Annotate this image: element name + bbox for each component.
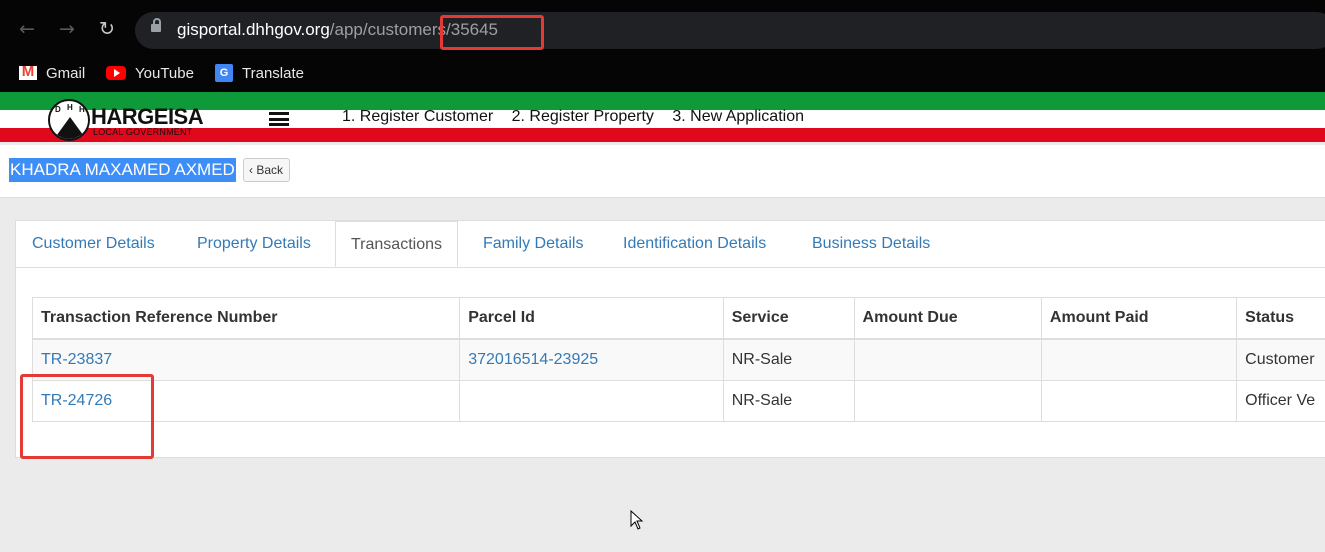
table-cell: Customer xyxy=(1236,338,1325,381)
bookmark-label: Translate xyxy=(242,64,304,82)
reload-icon[interactable]: ↻ xyxy=(97,19,117,39)
table-row: TR-23837 372016514-23925 NR-Sale Custome… xyxy=(31,338,1325,381)
transaction-ref-link[interactable]: TR-23837 xyxy=(41,351,112,368)
column-header[interactable]: Amount Due xyxy=(853,297,1042,340)
column-header[interactable]: Amount Paid xyxy=(1040,297,1238,340)
column-header[interactable]: Transaction Reference Number xyxy=(31,297,461,340)
back-button-label: Back xyxy=(256,163,284,177)
address-bar[interactable]: gisportal.dhhgov.org/app/customers/35645 xyxy=(135,12,1325,49)
table-cell: 372016514-23925 xyxy=(459,338,724,381)
tab-bar: Customer Details Property Details Transa… xyxy=(16,221,1325,268)
customer-name: KHADRA MAXAMED AXMED xyxy=(9,158,236,182)
top-nav: 1. Register Customer 2. Register Propert… xyxy=(342,108,818,126)
column-header[interactable]: Status xyxy=(1236,297,1325,340)
mountain-icon xyxy=(54,117,86,139)
back-button[interactable]: ‹ Back xyxy=(243,158,291,182)
transactions-table: Transaction Reference Number Parcel Id S… xyxy=(31,297,1325,422)
tab-business-details[interactable]: Business Details xyxy=(812,235,930,253)
table-row: TR-24726 NR-Sale Officer Ve xyxy=(31,380,1325,422)
gmail-icon xyxy=(19,63,37,80)
url-annotation-box xyxy=(440,15,544,50)
logo-subtitle: LOCAL GOVERNMENT xyxy=(93,127,193,137)
youtube-icon xyxy=(106,66,126,80)
table-cell xyxy=(459,380,724,422)
table-cell xyxy=(1040,338,1238,381)
table-cell: Officer Ve xyxy=(1236,380,1325,422)
hamburger-menu-icon[interactable] xyxy=(269,112,289,126)
bookmark-translate[interactable]: G Translate xyxy=(215,62,304,84)
bookmarks-bar: Gmail YouTube G Translate xyxy=(0,56,1325,92)
tab-property-details[interactable]: Property Details xyxy=(197,235,311,253)
customer-header: KHADRA MAXAMED AXMED ‹ Back xyxy=(0,145,1325,198)
tab-family-details[interactable]: Family Details xyxy=(483,235,583,253)
logo-letter: D xyxy=(55,105,61,114)
logo-emblem[interactable]: D H H xyxy=(48,99,90,141)
table-cell xyxy=(853,380,1042,422)
logo-letter: H xyxy=(79,105,85,114)
column-header[interactable]: Service xyxy=(722,297,855,340)
browser-toolbar: ← → ↻ gisportal.dhhgov.org/app/customers… xyxy=(0,0,1325,56)
tab-transactions[interactable]: Transactions xyxy=(335,221,458,267)
customer-tabs-panel: Customer Details Property Details Transa… xyxy=(15,220,1325,458)
header-stripe-red xyxy=(0,128,1325,142)
logo-letter: H xyxy=(67,103,73,112)
table-cell xyxy=(1040,380,1238,422)
parcel-id-link[interactable]: 372016514-23925 xyxy=(468,351,598,368)
bookmark-label: Gmail xyxy=(46,64,86,82)
column-header[interactable]: Parcel Id xyxy=(459,297,724,340)
nav-new-application[interactable]: 3. New Application xyxy=(672,108,804,125)
nav-register-customer[interactable]: 1. Register Customer xyxy=(342,108,493,125)
bookmark-label: YouTube xyxy=(135,64,194,82)
translate-icon: G xyxy=(215,64,233,82)
table-header-row: Transaction Reference Number Parcel Id S… xyxy=(31,297,1325,340)
lock-icon xyxy=(151,18,161,32)
tab-customer-details[interactable]: Customer Details xyxy=(32,235,155,253)
tab-identification-details[interactable]: Identification Details xyxy=(623,235,766,253)
transaction-annotation-box xyxy=(20,374,154,459)
bookmark-gmail[interactable]: Gmail xyxy=(19,62,85,84)
table-cell xyxy=(853,338,1042,381)
table-cell: NR-Sale xyxy=(722,338,855,381)
nav-register-property[interactable]: 2. Register Property xyxy=(512,108,654,125)
bookmark-youtube[interactable]: YouTube xyxy=(106,62,194,84)
table-cell: NR-Sale xyxy=(722,380,855,422)
forward-arrow-icon[interactable]: → xyxy=(57,19,77,39)
back-arrow-icon[interactable]: ← xyxy=(17,19,37,39)
